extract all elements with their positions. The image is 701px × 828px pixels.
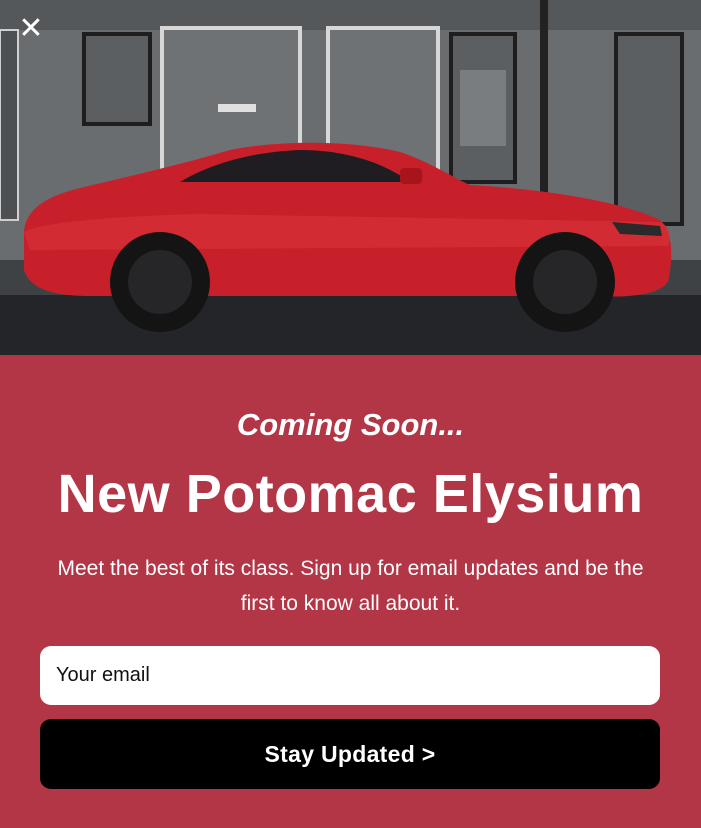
signup-content: Coming Soon... New Potomac Elysium Meet … <box>0 355 701 828</box>
page-title: New Potomac Elysium <box>57 464 644 524</box>
close-icon[interactable]: ✕ <box>14 12 48 46</box>
red-sports-car-illustration <box>0 0 701 355</box>
signup-popup: ✕ Coming Soon... New Potomac Elysium Mee… <box>0 0 701 828</box>
coming-soon-label: Coming Soon... <box>236 407 465 442</box>
hero-image: ✕ <box>0 0 701 355</box>
stay-updated-button[interactable]: Stay Updated > <box>40 719 660 789</box>
description-text: Meet the best of its class. Sign up for … <box>57 557 644 615</box>
email-field[interactable] <box>40 646 660 705</box>
